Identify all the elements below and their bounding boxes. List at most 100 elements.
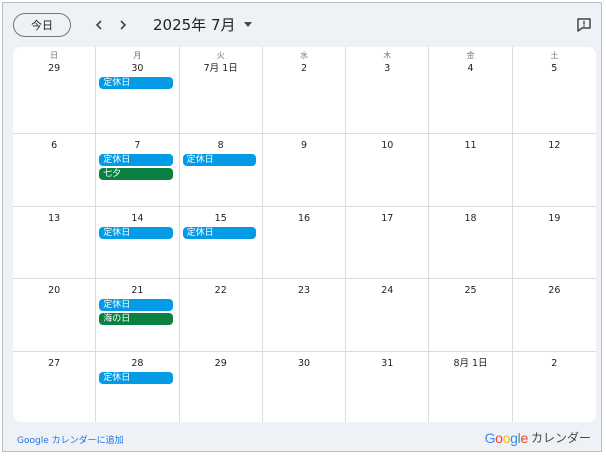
day-number[interactable]: 6 — [13, 140, 95, 152]
google-logo: Google — [484, 429, 529, 446]
day-cell[interactable]: 7 定休日七夕 — [96, 134, 180, 207]
event-chip[interactable]: 定休日 — [182, 227, 256, 239]
month-grid: 日 29 月 30 定休日火 7月 1日水 2 木 3 金 4 土 5 6 7 定休日 七夕 8 定休日 9 10 11 1… — [13, 47, 596, 422]
day-number[interactable]: 16 — [263, 213, 345, 225]
day-cell[interactable]: 19 — [513, 207, 596, 279]
brand-calendar-label: カレンダー — [530, 431, 591, 445]
day-number[interactable]: 4 — [429, 63, 511, 75]
day-number[interactable]: 24 — [346, 285, 428, 297]
day-cell[interactable]: 20 — [13, 279, 97, 352]
today-button[interactable]: 今日 — [13, 13, 71, 37]
day-cell[interactable]: 11 — [429, 134, 513, 207]
day-cell[interactable]: 8月 1日 — [429, 352, 513, 422]
day-number[interactable]: 20 — [13, 285, 95, 297]
event-chip[interactable]: 定休日 — [182, 154, 256, 166]
day-number[interactable]: 30 — [96, 63, 178, 75]
day-cell[interactable]: 16 — [263, 207, 347, 279]
month-selector[interactable]: 2025年 7月 — [153, 14, 252, 35]
day-cell[interactable]: 15 定休日 — [180, 207, 263, 279]
next-month-button[interactable] — [113, 15, 133, 35]
day-number[interactable]: 17 — [346, 213, 428, 225]
day-cell[interactable]: 2 — [513, 352, 596, 422]
day-cell[interactable]: 金4 — [429, 47, 513, 133]
day-number[interactable]: 15 — [180, 213, 262, 225]
day-cell[interactable]: 23 — [263, 279, 347, 352]
day-cell[interactable]: 火 7月 1日 — [180, 47, 263, 133]
day-number[interactable]: 18 — [429, 213, 511, 225]
week-row: 20 21 定休日海の日 22 23 24 25 26 — [13, 278, 596, 352]
day-cell[interactable]: 月 30 定休日 — [96, 47, 180, 133]
day-cell[interactable]: 24 — [346, 279, 430, 352]
event-chip[interactable]: 定休日 — [99, 77, 173, 89]
day-cell[interactable]: 25 — [429, 279, 513, 352]
day-cell[interactable]: 14 定休日 — [96, 207, 180, 279]
weekday-header: 木 — [383, 51, 392, 60]
day-number[interactable]: 7月 1日 — [180, 63, 262, 75]
day-number[interactable]: 11 — [429, 140, 511, 152]
google-calendar-brand[interactable]: Google カレンダー — [485, 429, 591, 446]
day-cell[interactable]: 28 定休日 — [96, 352, 180, 422]
day-number[interactable]: 14 — [96, 213, 178, 225]
day-number[interactable]: 31 — [346, 358, 428, 370]
day-cell[interactable]: 木3 — [346, 47, 430, 133]
day-cell[interactable]: 日 29 — [13, 47, 97, 133]
day-cell[interactable]: 17 — [346, 207, 430, 279]
day-cell[interactable]: 30 — [263, 352, 347, 422]
day-number[interactable]: 30 — [263, 358, 345, 370]
event-chip[interactable]: 定休日 — [99, 154, 173, 166]
event-chip[interactable]: 七夕 — [99, 168, 173, 180]
weekday-header: 土 — [550, 51, 559, 60]
event-chip[interactable]: 海の日 — [99, 313, 173, 325]
event-chip[interactable]: 定休日 — [99, 227, 173, 239]
day-cell[interactable]: 8 定休日 — [180, 134, 263, 207]
day-number[interactable]: 22 — [180, 285, 262, 297]
weekday-header: 月 — [133, 51, 142, 60]
day-number[interactable]: 9 — [263, 140, 345, 152]
week-row: 13 14 定休日 15 定休日 16 17 18 19 — [13, 206, 596, 279]
day-cell[interactable]: 9 — [263, 134, 347, 207]
day-number[interactable]: 19 — [513, 213, 596, 225]
day-cell[interactable]: 22 — [180, 279, 263, 352]
day-number[interactable]: 28 — [96, 358, 178, 370]
day-number[interactable]: 8 — [180, 140, 262, 152]
day-number[interactable]: 5 — [513, 63, 596, 75]
day-number[interactable]: 25 — [429, 285, 511, 297]
day-cell[interactable]: 土5 — [513, 47, 596, 133]
day-cell[interactable]: 6 — [13, 134, 97, 207]
day-cell[interactable]: 水2 — [263, 47, 347, 133]
calendar-toolbar: 今日 2025年 7月 — [3, 3, 601, 47]
day-number[interactable]: 3 — [346, 63, 428, 75]
day-cell[interactable]: 21 定休日海の日 — [96, 279, 180, 352]
day-number[interactable]: 8月 1日 — [429, 358, 511, 370]
day-number[interactable]: 12 — [513, 140, 596, 152]
calendar-embed: 今日 2025年 7月 日 29 月 30 定休日火 7月 1日水 2 木 3 金 4 土 5 6 7 定休日… — [2, 2, 602, 452]
weekday-header: 水 — [299, 51, 308, 60]
day-cell[interactable]: 12 — [513, 134, 596, 207]
day-number[interactable]: 23 — [263, 285, 345, 297]
day-cell[interactable]: 26 — [513, 279, 596, 352]
feedback-icon[interactable] — [575, 16, 593, 34]
day-number[interactable]: 21 — [96, 285, 178, 297]
day-number[interactable]: 10 — [346, 140, 428, 152]
day-number[interactable]: 29 — [13, 63, 95, 75]
day-cell[interactable]: 27 — [13, 352, 97, 422]
day-number[interactable]: 2 — [513, 358, 596, 370]
day-cell[interactable]: 10 — [346, 134, 430, 207]
week-row: 27 28 定休日 29 30 31 8月 1日 2 — [13, 351, 596, 422]
event-chip[interactable]: 定休日 — [99, 372, 173, 384]
day-cell[interactable]: 31 — [346, 352, 430, 422]
day-cell[interactable]: 29 — [180, 352, 263, 422]
day-number[interactable]: 7 — [96, 140, 178, 152]
day-number[interactable]: 27 — [13, 358, 95, 370]
add-to-google-calendar-link[interactable]: Google カレンダーに追加 — [17, 433, 124, 446]
prev-month-button[interactable] — [89, 15, 109, 35]
day-number[interactable]: 2 — [263, 63, 345, 75]
chevron-left-icon — [95, 20, 102, 30]
day-number[interactable]: 13 — [13, 213, 95, 225]
day-number[interactable]: 29 — [180, 358, 262, 370]
day-cell[interactable]: 13 — [13, 207, 97, 279]
event-chip[interactable]: 定休日 — [99, 299, 173, 311]
day-number[interactable]: 26 — [513, 285, 596, 297]
day-cell[interactable]: 18 — [429, 207, 513, 279]
weekday-header: 火 — [216, 51, 225, 60]
